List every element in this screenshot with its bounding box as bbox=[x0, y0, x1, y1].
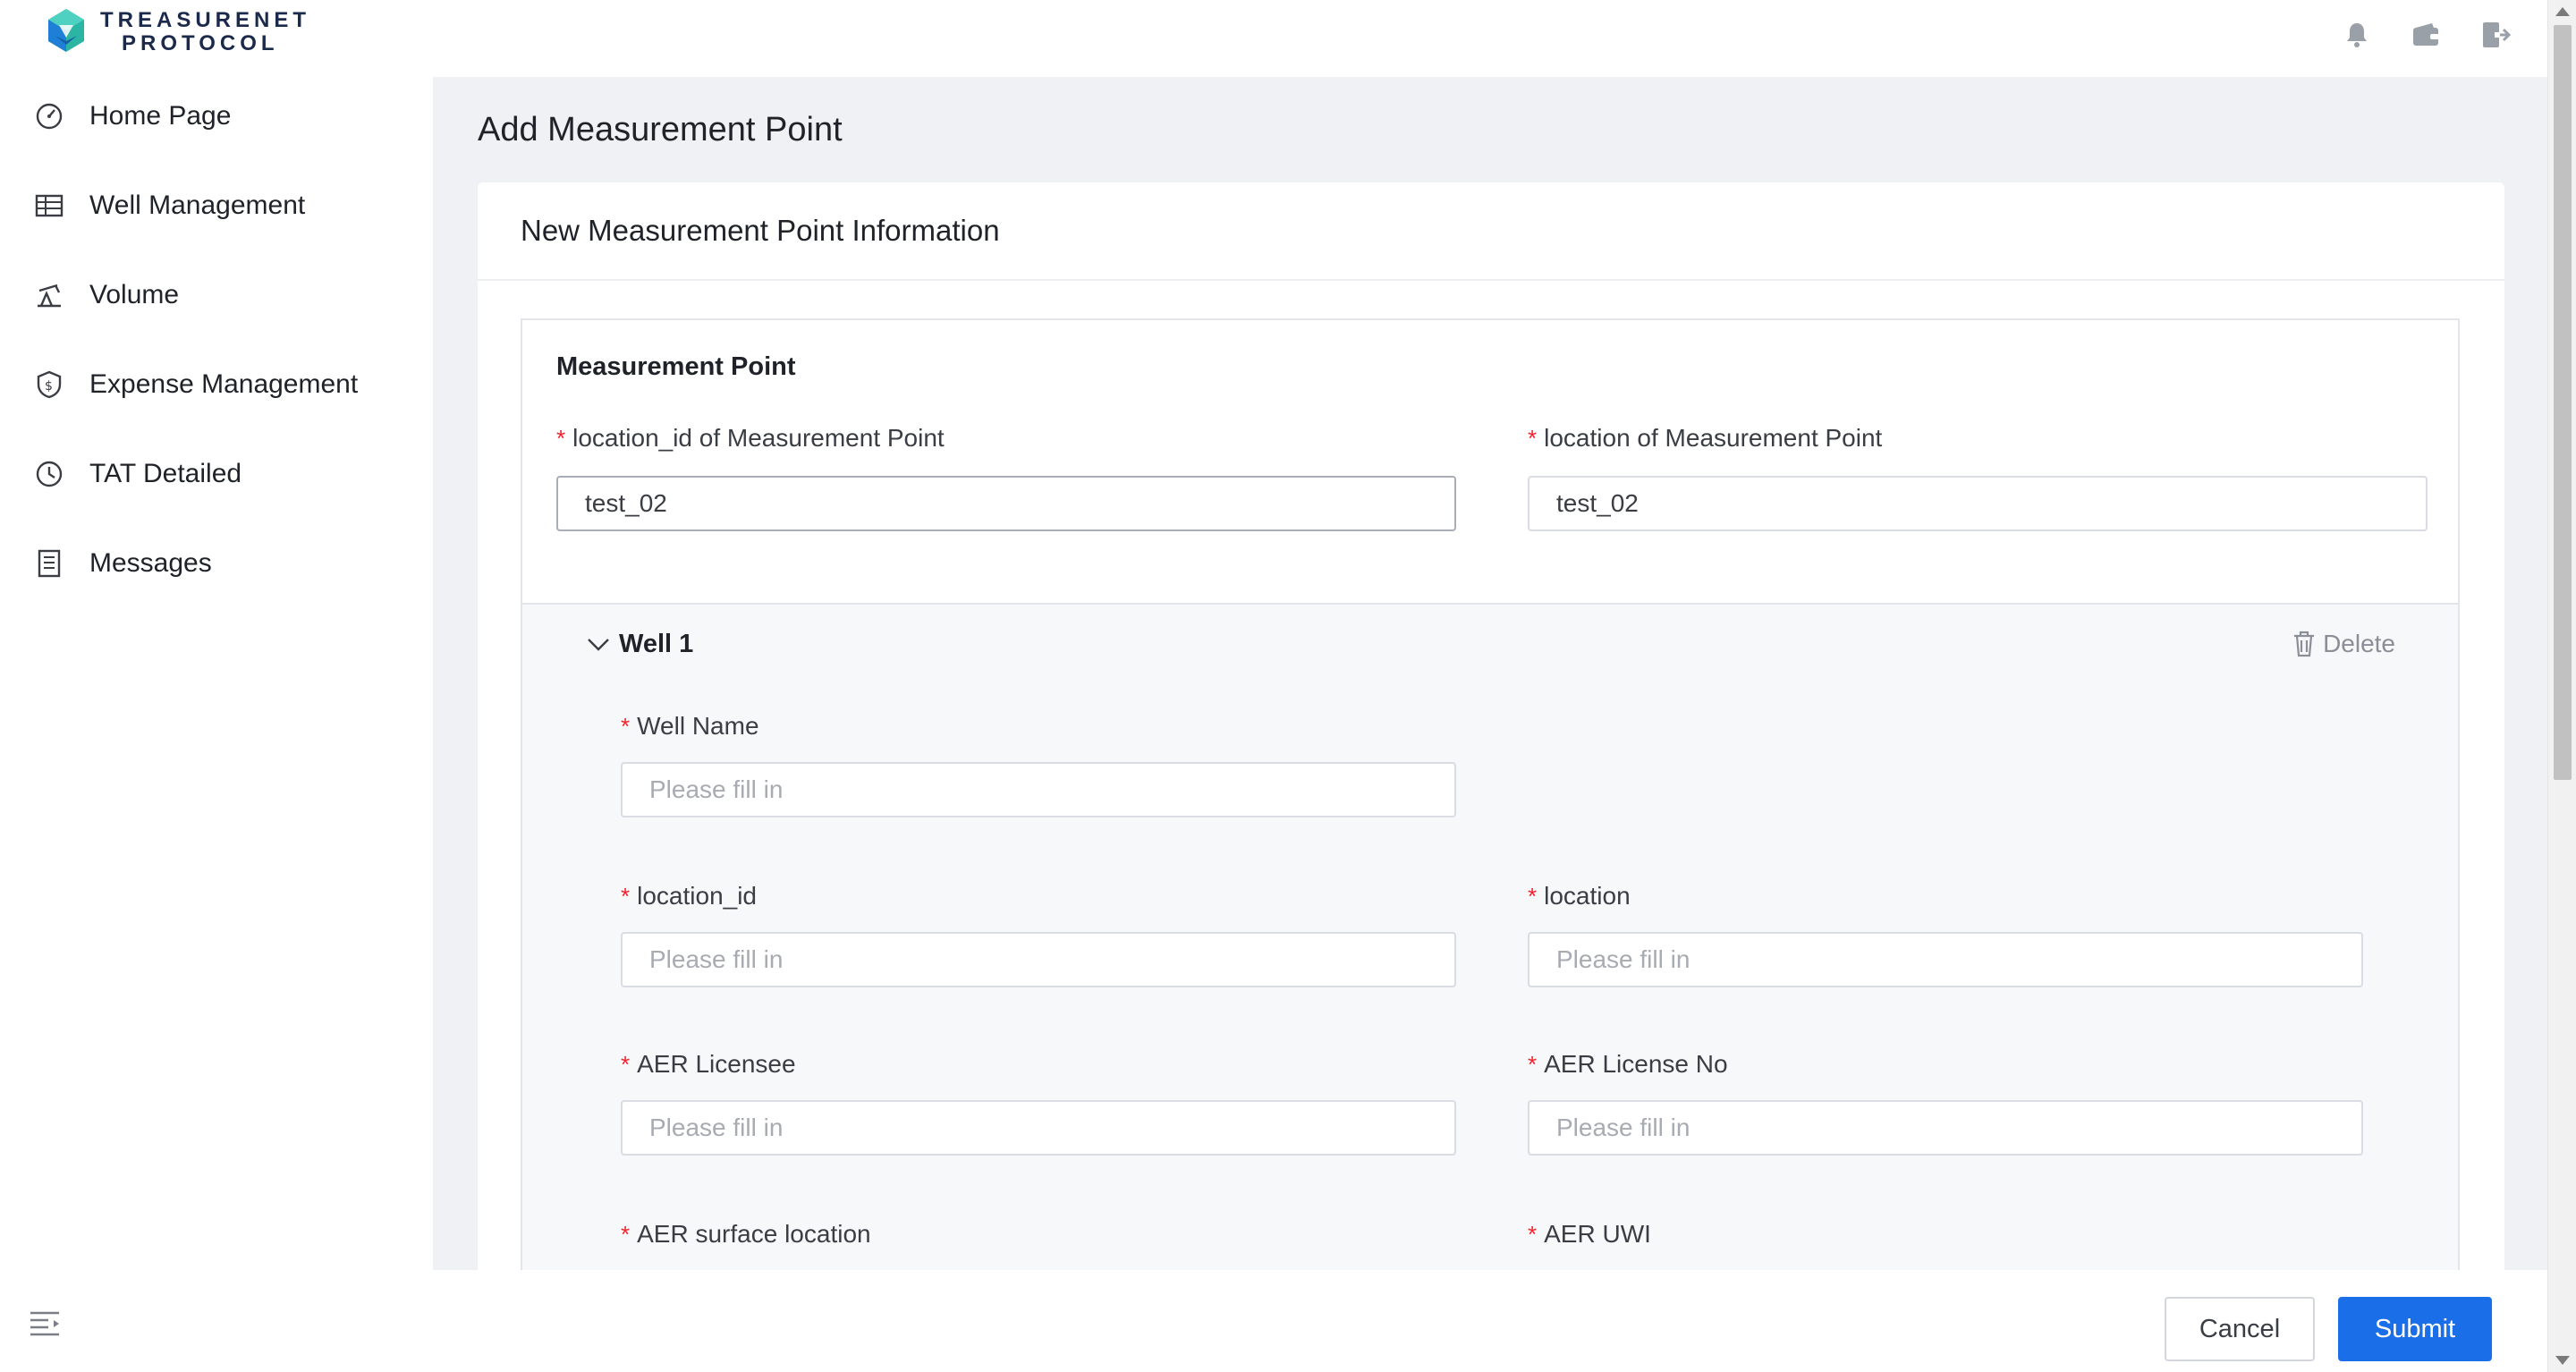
label-text: AER UWI bbox=[1544, 1220, 1651, 1248]
scroll-up-arrow-icon[interactable] bbox=[2555, 7, 2570, 16]
label-text: AER License No bbox=[1544, 1050, 1728, 1078]
form-card: New Measurement Point Information Measur… bbox=[478, 182, 2504, 1270]
bell-icon[interactable] bbox=[2342, 20, 2372, 50]
label-text: location_id bbox=[637, 882, 757, 910]
label-text: Well Name bbox=[637, 712, 759, 740]
page-scrollbar[interactable] bbox=[2547, 0, 2576, 1372]
aer-licensee-input[interactable] bbox=[621, 1100, 1456, 1156]
well-location-id-input[interactable] bbox=[621, 932, 1456, 987]
delete-well-button[interactable]: Delete bbox=[2292, 630, 2395, 658]
submit-button[interactable]: Submit bbox=[2338, 1297, 2492, 1361]
required-mark: * bbox=[1528, 1221, 1538, 1248]
well-location-id-label: * location_id bbox=[621, 882, 757, 910]
sidebar-item-home-page[interactable]: Home Page bbox=[34, 89, 231, 143]
location-id-mp-label: * location_id of Measurement Point bbox=[556, 424, 945, 453]
aer-licensee-label: * AER Licensee bbox=[621, 1050, 796, 1079]
page-title: Add Measurement Point bbox=[478, 111, 843, 148]
table-icon bbox=[35, 194, 64, 217]
brand-name: TREASURENET PROTOCOL bbox=[100, 9, 310, 55]
aer-uwi-label: * AER UWI bbox=[1528, 1220, 1651, 1249]
well-location-label: * location bbox=[1528, 882, 1631, 910]
dashboard-icon bbox=[36, 103, 63, 130]
form-footer: Cancel Submit bbox=[433, 1270, 2547, 1372]
location-mp-input[interactable] bbox=[1528, 476, 2428, 531]
list-doc-icon bbox=[38, 549, 61, 578]
required-mark: * bbox=[1528, 425, 1538, 452]
sidebar-item-label: TAT Detailed bbox=[89, 459, 242, 488]
top-bar: TREASURENET PROTOCOL bbox=[0, 0, 2547, 77]
aer-surface-location-label: * AER surface location bbox=[621, 1220, 871, 1249]
sidebar-item-label: Expense Management bbox=[89, 369, 359, 399]
header-actions bbox=[2342, 20, 2512, 50]
well-collapse-toggle[interactable]: Well 1 bbox=[587, 630, 693, 659]
logo[interactable]: TREASURENET PROTOCOL bbox=[39, 5, 310, 59]
sidebar-item-label: Volume bbox=[89, 280, 180, 309]
shield-dollar-icon: $ bbox=[37, 370, 62, 399]
section-title: Measurement Point bbox=[556, 352, 796, 381]
sidebar-item-label: Home Page bbox=[89, 101, 232, 131]
trash-icon bbox=[2294, 631, 2315, 657]
sidebar: Home Page Well Management Volume $ Expen… bbox=[0, 77, 433, 1372]
label-text: location of Measurement Point bbox=[1544, 424, 1883, 452]
sidebar-item-label: Well Management bbox=[89, 191, 306, 220]
sidebar-item-volume[interactable]: Volume bbox=[34, 268, 179, 322]
sidebar-item-messages[interactable]: Messages bbox=[34, 537, 212, 590]
required-mark: * bbox=[556, 425, 566, 452]
sidebar-item-well-management[interactable]: Well Management bbox=[34, 179, 305, 233]
brand-line-2: PROTOCOL bbox=[122, 31, 279, 55]
location-mp-label: * location of Measurement Point bbox=[1528, 424, 1882, 453]
location-id-mp-input[interactable] bbox=[556, 476, 1456, 531]
required-mark: * bbox=[1528, 1051, 1538, 1078]
label-text: AER Licensee bbox=[637, 1050, 796, 1078]
well-title: Well 1 bbox=[619, 630, 694, 658]
label-text: location_id of Measurement Point bbox=[572, 424, 945, 452]
sidebar-item-expense-management[interactable]: $ Expense Management bbox=[34, 358, 358, 411]
scroll-thumb[interactable] bbox=[2554, 25, 2572, 780]
scroll-down-arrow-icon[interactable] bbox=[2555, 1356, 2570, 1365]
aer-license-no-label: * AER License No bbox=[1528, 1050, 1728, 1079]
card-title: New Measurement Point Information bbox=[478, 182, 2504, 281]
measurement-point-section: Measurement Point * location_id of Measur… bbox=[521, 318, 2460, 605]
aer-license-no-input[interactable] bbox=[1528, 1100, 2363, 1156]
label-text: AER surface location bbox=[637, 1220, 871, 1248]
required-mark: * bbox=[621, 883, 631, 910]
sidebar-item-tat-detailed[interactable]: TAT Detailed bbox=[34, 447, 242, 501]
brand-line-1: TREASURENET bbox=[100, 8, 311, 32]
delete-label: Delete bbox=[2323, 630, 2395, 657]
svg-text:$: $ bbox=[45, 379, 53, 394]
pumpjack-icon bbox=[38, 284, 61, 308]
treasurenet-logo-icon bbox=[48, 9, 84, 52]
logout-icon[interactable] bbox=[2481, 20, 2512, 50]
well-name-input[interactable] bbox=[621, 762, 1456, 817]
chevron-down-icon bbox=[588, 638, 609, 651]
clock-icon bbox=[36, 461, 63, 487]
required-mark: * bbox=[621, 1221, 631, 1248]
main-content: Add Measurement Point New Measurement Po… bbox=[433, 77, 2547, 1270]
required-mark: * bbox=[1528, 883, 1538, 910]
cancel-button[interactable]: Cancel bbox=[2165, 1297, 2315, 1361]
required-mark: * bbox=[621, 713, 631, 740]
required-mark: * bbox=[621, 1051, 631, 1078]
sidebar-item-label: Messages bbox=[89, 548, 212, 578]
well-location-input[interactable] bbox=[1528, 932, 2363, 987]
wallet-icon[interactable] bbox=[2411, 20, 2442, 50]
well-section: Well 1 Delete *Well Name *location_id *l… bbox=[521, 605, 2460, 1270]
well-name-label: * Well Name bbox=[621, 712, 759, 741]
label-text: location bbox=[1544, 882, 1631, 910]
collapse-menu-icon[interactable] bbox=[29, 1308, 61, 1340]
